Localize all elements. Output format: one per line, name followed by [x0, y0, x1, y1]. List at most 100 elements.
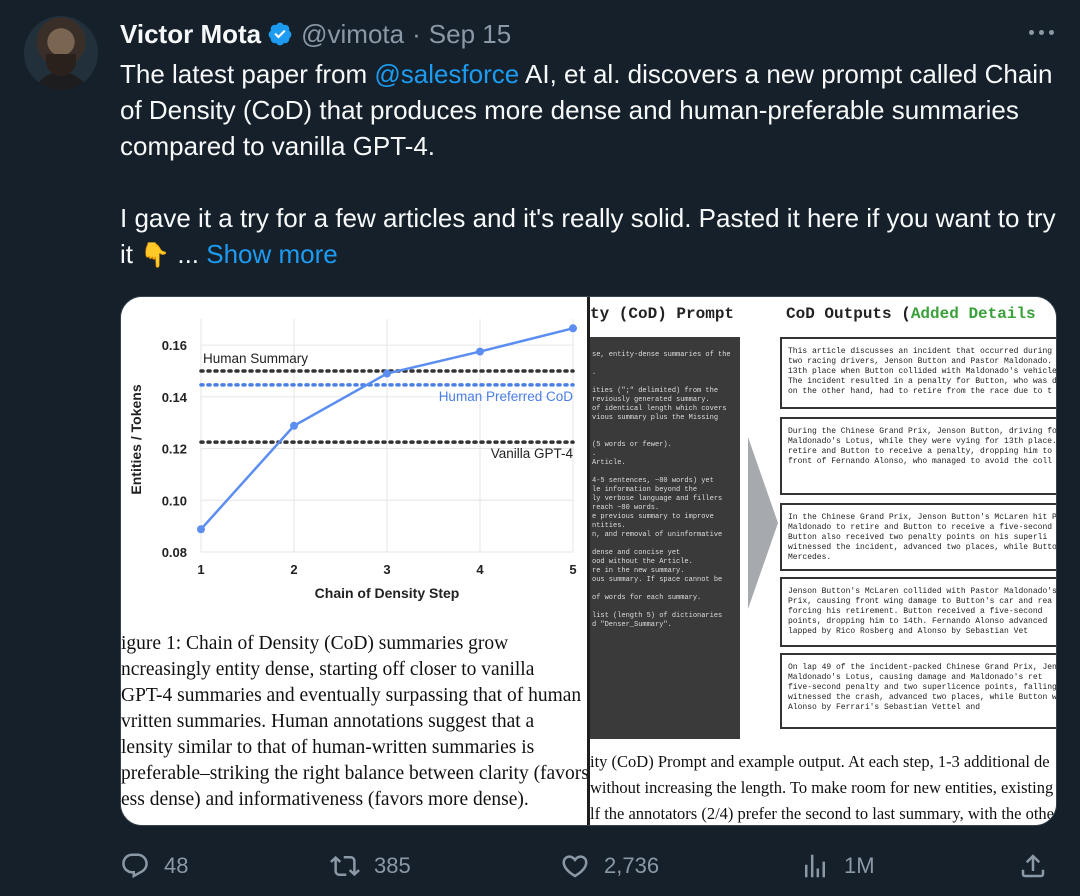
- y-tick-label: 0.08: [162, 545, 187, 560]
- caption-line: preferable–striking the right balance be…: [121, 763, 587, 784]
- x-tick-label: 2: [290, 562, 297, 577]
- output-line: Jenson Button's McLaren collided with Pa…: [788, 587, 1056, 596]
- verified-badge-icon: [267, 21, 293, 47]
- prompt-line: list (length 5) of dictionaries: [592, 612, 723, 620]
- more-options-icon[interactable]: [1029, 30, 1054, 35]
- caption-line: without increasing the length. To make r…: [590, 778, 1056, 797]
- figure-caption-right: ity (CoD) Prompt and example output. At …: [590, 749, 1056, 825]
- like-button[interactable]: 2,736: [560, 846, 659, 886]
- prompt-line: (5 words or fewer).: [592, 441, 672, 449]
- repost-button[interactable]: 385: [330, 846, 411, 886]
- views-bar-chart-icon: [805, 854, 825, 878]
- tweet-media[interactable]: 0.08 0.10 0.12 0.14 0.16 1 2 3 4 5 Chain of Densit…: [120, 296, 1057, 826]
- data-point: [383, 369, 391, 378]
- prompt-line: le information beyond the: [592, 486, 698, 494]
- avatar[interactable]: [24, 16, 98, 90]
- output-summary-box: During the Chinese Grand Prix, Jenson Bu…: [780, 417, 1056, 495]
- output-line: Alonso by Ferrari's Sebastian Vettel and: [788, 703, 981, 712]
- prompt-line: reviously generated summary.: [592, 396, 710, 404]
- tweet-header: Victor Mota @vimota · Sep 15: [120, 16, 511, 52]
- caption-line: lf the annotators (2/4) prefer the secon…: [590, 804, 1056, 823]
- prompt-line: [590, 468, 740, 477]
- caption-line: igure 1: Chain of Density (CoD) summarie…: [121, 633, 509, 654]
- output-line: on the other hand, had to retire from th…: [788, 387, 1053, 396]
- heart-icon: [562, 855, 588, 878]
- prompt-line: [590, 585, 740, 594]
- views-count: 1M: [844, 853, 875, 878]
- prompt-line: [590, 378, 740, 387]
- prompt-line: of identical length which covers: [592, 405, 727, 413]
- output-line: points, dropping him to 14th. Fernando A…: [788, 617, 1048, 626]
- y-axis-label: Entities / Tokens: [128, 384, 144, 494]
- figure-caption-left: igure 1: Chain of Density (CoD) summarie…: [121, 631, 587, 813]
- separator-dot: ·: [412, 18, 421, 49]
- data-point: [290, 421, 298, 430]
- x-axis-label: Chain of Density Step: [315, 585, 460, 601]
- prompt-line: [590, 432, 740, 441]
- prompt-line: re in the new summary.: [592, 567, 685, 575]
- outputs-title-text: CoD Outputs (: [786, 305, 911, 323]
- author-name[interactable]: Victor Mota: [120, 19, 261, 50]
- prompt-line: n, and removal of uninformative: [592, 531, 723, 539]
- prompt-title: ty (CoD) Prompt: [590, 305, 735, 323]
- prompt-line: vious summary plus the Missing: [592, 414, 719, 422]
- outputs-title-green: Added Details: [910, 305, 1036, 323]
- reference-label: Vanilla GPT-4: [491, 446, 574, 461]
- data-point: [476, 347, 484, 356]
- tweet-paragraph-2: I gave it a try for a few articles and i…: [120, 200, 1065, 274]
- prompt-line: ly verbose language and fillers: [592, 495, 723, 503]
- output-line: forcing his retirement. Button received …: [788, 607, 1043, 616]
- tweet-paragraph-1: The latest paper from @salesforce AI, et…: [120, 56, 1065, 164]
- prompt-line: ntities.: [592, 522, 626, 530]
- prompt-line: reach ~80 words.: [592, 504, 660, 512]
- caption-line: ncreasingly entity dense, starting off c…: [121, 659, 535, 680]
- reply-count: 48: [164, 853, 189, 878]
- reply-button[interactable]: 48: [120, 846, 188, 886]
- show-more-link[interactable]: Show more: [206, 239, 338, 269]
- caption-line: lensity similar to that of human-written…: [121, 737, 535, 758]
- prompt-line: of words for each summary.: [592, 594, 702, 602]
- like-count: 2,736: [604, 853, 660, 878]
- prompt-line: se, entity-dense summaries of the: [592, 351, 731, 359]
- output-summary-box: In the Chinese Grand Prix, Jenson Button…: [780, 503, 1056, 571]
- mention-link[interactable]: @salesforce: [374, 59, 519, 89]
- density-chart: 0.08 0.10 0.12 0.14 0.16 1 2 3 4 5 Chain of Densit…: [128, 319, 577, 601]
- tweet-text-part: The latest paper from: [120, 59, 375, 89]
- prompt-line: Article.: [592, 459, 626, 467]
- output-line: Maldonado's Lotus, causing damage and Ma…: [788, 673, 1043, 682]
- pointing-down-emoji: 👇: [140, 242, 171, 269]
- output-line: lapped by Rico Rosberg and Alonso by Seb…: [788, 627, 1029, 636]
- output-line: two racing drivers, Jenson Button and Pa…: [788, 357, 1053, 366]
- repost-icon: [330, 855, 360, 877]
- ellipsis: ...: [170, 239, 207, 269]
- views-button[interactable]: 1M: [800, 846, 875, 886]
- output-summary-box: This article discusses an incident that …: [780, 337, 1056, 409]
- repost-count: 385: [374, 853, 411, 878]
- share-button[interactable]: [1018, 846, 1048, 886]
- caption-line: GPT-4 summaries and eventually surpassin…: [121, 685, 582, 706]
- tweet-text: The latest paper from @salesforce AI, et…: [120, 56, 1065, 274]
- output-line: witnessed the incident, advanced two pla…: [788, 543, 1056, 552]
- caption-line: ity (CoD) Prompt and example output. At …: [590, 752, 1050, 771]
- y-tick-label: 0.14: [162, 390, 188, 405]
- y-tick-label: 0.10: [162, 493, 187, 508]
- prompt-line: d "Denser_Summary".: [592, 621, 672, 629]
- output-line: Prix, causing front wing damage to Butto…: [788, 597, 1053, 606]
- media-panel-chart: 0.08 0.10 0.12 0.14 0.16 1 2 3 4 5 Chain of Densit…: [121, 297, 587, 825]
- prompt-line: .: [592, 369, 597, 377]
- prompt-line: ous summary. If space cannot be: [592, 576, 723, 584]
- prompt-box: se, entity-dense summaries of the. ities …: [590, 337, 740, 739]
- prompt-line: dense and concise yet: [592, 549, 681, 557]
- prompt-line: ities (";" delimited) from the: [592, 387, 719, 395]
- reply-icon: [122, 853, 148, 879]
- tweet-actions: 48 385 2,736 1M: [120, 846, 1055, 886]
- output-line: Maldonado to retire and Button to receiv…: [788, 523, 1053, 532]
- tweet-date[interactable]: Sep 15: [429, 19, 511, 50]
- reference-label: Human Preferred CoD: [439, 389, 574, 404]
- data-point: [569, 324, 577, 333]
- output-line: five-second penalty and two superlicence…: [788, 683, 1056, 692]
- author-handle[interactable]: @vimota: [301, 19, 404, 50]
- output-line: witnessed the crash, advanced two places…: [788, 693, 1056, 702]
- y-tick-label: 0.16: [162, 338, 187, 353]
- caption-line: ess dense) and informativeness (favors m…: [121, 789, 529, 810]
